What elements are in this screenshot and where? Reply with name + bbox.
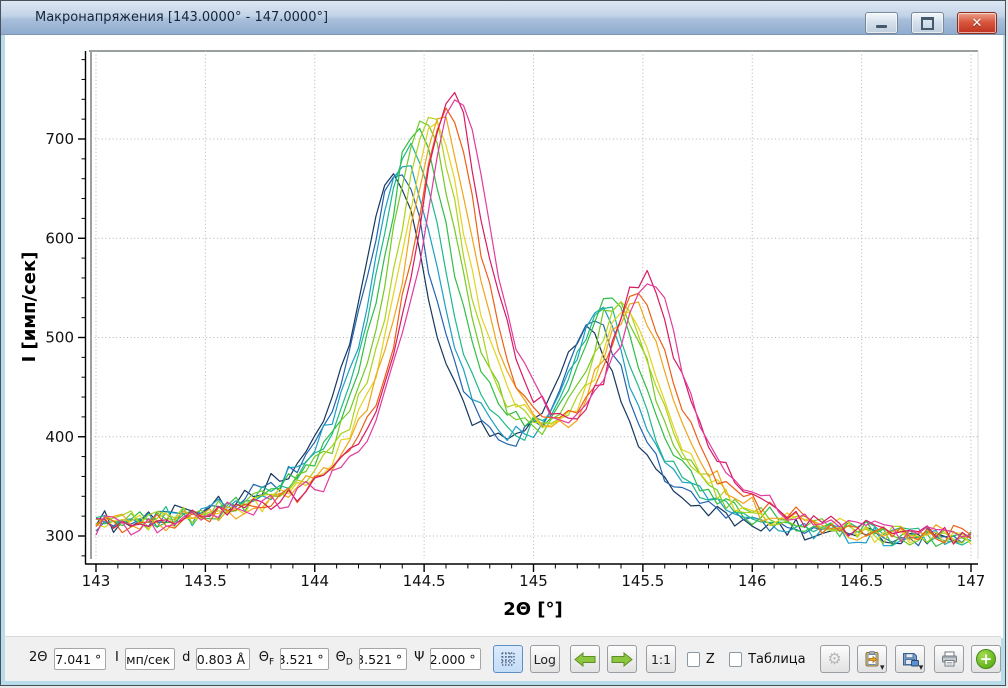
- field-label-psi: Ψ: [414, 650, 424, 668]
- svg-text:400: 400: [45, 428, 74, 446]
- grid-toggle-button[interactable]: [493, 645, 523, 673]
- d-spacing-field[interactable]: 0.803 Å: [196, 648, 250, 670]
- window-title: Макронапряжения [143.0000° - 147.0000°]: [35, 1, 328, 34]
- dropdown-caret-icon: ▾: [880, 664, 885, 673]
- theta-d-field[interactable]: 73.521 °: [359, 648, 407, 670]
- svg-text:144.5: 144.5: [403, 572, 446, 590]
- app-window: Макронапряжения [143.0000° - 147.0000°] …: [0, 0, 1006, 686]
- window-controls: ✕: [865, 12, 997, 34]
- add-button[interactable]: +: [971, 645, 1001, 673]
- print-button[interactable]: [934, 645, 964, 673]
- maximize-icon: [921, 17, 934, 30]
- bottom-toolbar: 2Θ 147.041 ° I имп/сек d 0.803 Å ΘF 73.5…: [5, 636, 1001, 681]
- svg-text:146: 146: [738, 572, 767, 590]
- grid-icon: [500, 651, 516, 667]
- minimize-button[interactable]: [865, 12, 898, 34]
- maximize-button[interactable]: [911, 12, 944, 34]
- svg-text:2Θ [°]: 2Θ [°]: [503, 599, 563, 620]
- title-bar[interactable]: Макронапряжения [143.0000° - 147.0000°] …: [1, 1, 1005, 35]
- next-range-button[interactable]: [607, 645, 637, 673]
- svg-text:600: 600: [45, 229, 74, 247]
- minimize-icon: [876, 25, 887, 28]
- arrow-left-icon: [574, 652, 596, 667]
- field-label-2theta: 2Θ: [29, 650, 48, 668]
- dropdown-caret-icon: ▾: [919, 664, 924, 673]
- close-button[interactable]: ✕: [957, 12, 997, 34]
- intensity-field[interactable]: имп/сек: [125, 648, 175, 670]
- svg-text:144: 144: [300, 572, 329, 590]
- arrow-right-icon: [611, 652, 633, 667]
- svg-text:145.5: 145.5: [621, 572, 664, 590]
- settings-button[interactable]: ⚙: [820, 645, 850, 673]
- save-button[interactable]: ▾: [895, 645, 925, 673]
- theta-f-field[interactable]: 73.521 °: [280, 648, 328, 670]
- one-to-one-button[interactable]: 1:1: [646, 645, 676, 673]
- psi-field[interactable]: 2.000 °: [430, 648, 480, 670]
- table-checkbox-label: Таблица: [748, 652, 806, 667]
- svg-text:146.5: 146.5: [840, 572, 883, 590]
- svg-text:I [имп/сек]: I [имп/сек]: [19, 252, 40, 363]
- table-checkbox[interactable]: [729, 652, 742, 667]
- prev-range-button[interactable]: [570, 645, 600, 673]
- close-icon: ✕: [972, 17, 983, 30]
- clipboard-export-icon: [864, 651, 880, 667]
- printer-icon: [941, 651, 958, 667]
- svg-text:143: 143: [82, 572, 111, 590]
- svg-text:143.5: 143.5: [184, 572, 227, 590]
- 2theta-field[interactable]: 147.041 °: [54, 648, 107, 670]
- plus-icon: +: [976, 649, 996, 669]
- copy-to-clipboard-button[interactable]: ▾: [857, 645, 887, 673]
- diffraction-plot[interactable]: 143 143.5 144 144.5 145 145.5 146 146.5 147 300 40…: [5, 35, 1003, 638]
- client-area: 143 143.5 144 144.5 145 145.5 146 146.5 147 300 40…: [5, 35, 1001, 681]
- z-checkbox[interactable]: [687, 652, 700, 667]
- field-label-intensity: I: [115, 650, 119, 668]
- field-label-d: d: [182, 650, 190, 668]
- gear-icon: ⚙: [827, 651, 841, 667]
- save-floppy-icon: [902, 651, 919, 667]
- log-scale-button[interactable]: Log: [530, 645, 560, 673]
- svg-text:300: 300: [45, 527, 74, 545]
- svg-text:500: 500: [45, 329, 74, 347]
- svg-text:145: 145: [519, 572, 548, 590]
- field-label-theta-d: ΘD: [336, 650, 353, 668]
- field-label-theta-f: ΘF: [259, 650, 274, 668]
- svg-text:147: 147: [957, 572, 986, 590]
- svg-text:700: 700: [45, 130, 74, 148]
- z-checkbox-label: Z: [706, 652, 715, 667]
